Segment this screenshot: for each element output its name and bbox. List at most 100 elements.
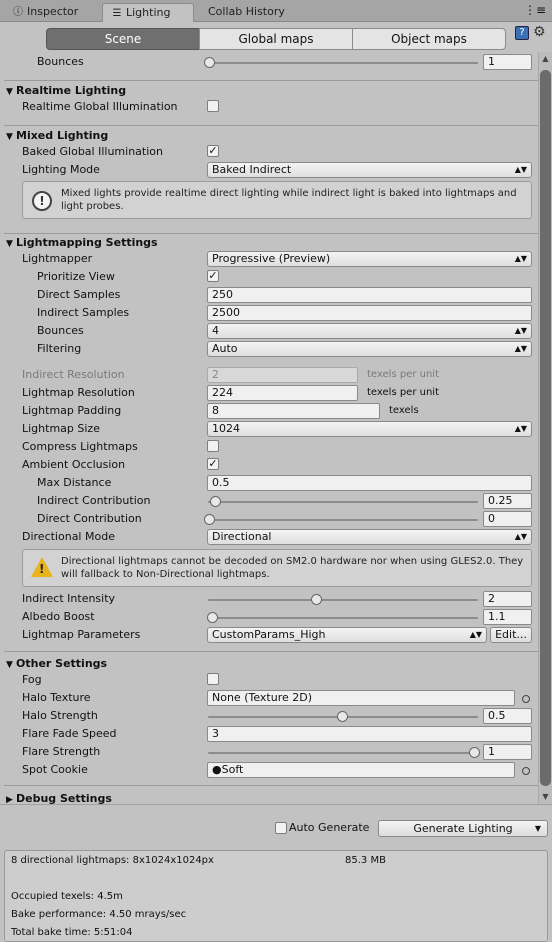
albedo-boost-field[interactable]: 1.1: [483, 609, 532, 625]
halo-strength-field[interactable]: 0.5: [483, 708, 532, 724]
tab-lighting[interactable]: ☰ Lighting: [102, 3, 194, 22]
scrollbar-thumb[interactable]: [540, 70, 551, 786]
indirect-contribution-label: Indirect Contribution: [37, 494, 151, 507]
albedo-boost-slider-thumb[interactable]: [207, 612, 218, 623]
directional-mode-dropdown[interactable]: Directional ▲▼: [207, 529, 532, 545]
lightmapping-settings-header[interactable]: ▼ Lightmapping Settings: [6, 236, 158, 249]
direct-contribution-field[interactable]: 0: [483, 511, 532, 527]
scene-tab-button[interactable]: Scene: [46, 28, 200, 50]
indirect-contribution-slider-thumb[interactable]: [210, 496, 221, 507]
lightmap-parameters-label: Lightmap Parameters: [22, 628, 141, 641]
lightmapper-dropdown[interactable]: Progressive (Preview) ▲▼: [207, 251, 532, 267]
flare-strength-slider-thumb[interactable]: [469, 747, 480, 758]
scroll-down-arrow-icon[interactable]: ▼: [539, 790, 552, 804]
flare-strength-slider-track[interactable]: [208, 752, 478, 754]
indirect-contribution-slider-track[interactable]: [208, 501, 478, 503]
halo-strength-label: Halo Strength: [22, 709, 98, 722]
indirect-contribution-field[interactable]: 0.25: [483, 493, 532, 509]
tab-collab-history[interactable]: Collab History: [200, 3, 293, 22]
fog-label: Fog: [22, 673, 42, 686]
dropdown-arrow-icon: ▲▼: [514, 254, 527, 263]
scroll-up-arrow-icon[interactable]: ▲: [539, 52, 552, 66]
bounces-top-slider-thumb[interactable]: [204, 57, 215, 68]
dropdown-arrow-icon: ▲▼: [514, 344, 527, 353]
spot-cookie-field[interactable]: ●Soft: [207, 762, 515, 778]
divider: [4, 125, 540, 126]
collapse-arrow-icon: ▼: [6, 660, 13, 670]
fog-checkbox[interactable]: [207, 673, 219, 685]
direct-samples-field[interactable]: 250: [207, 287, 532, 303]
tab-inspector[interactable]: ⓘ Inspector: [4, 3, 86, 22]
indirect-intensity-slider-thumb[interactable]: [311, 594, 322, 605]
halo-texture-field[interactable]: None (Texture 2D): [207, 690, 515, 706]
edit-parameters-button[interactable]: Edit...: [490, 627, 532, 643]
other-settings-header[interactable]: ▼ Other Settings: [6, 657, 107, 670]
flare-fade-speed-field[interactable]: 3: [207, 726, 532, 742]
mixed-lighting-header[interactable]: ▼ Mixed Lighting: [6, 129, 108, 142]
lightmapper-label: Lightmapper: [22, 252, 93, 265]
lightmaps-stat: 8 directional lightmaps: 8x1024x1024px: [11, 855, 214, 866]
indirect-intensity-slider-track[interactable]: [208, 599, 478, 601]
lightmap-padding-field[interactable]: 8: [207, 403, 380, 419]
dropdown-arrow-icon: ▲▼: [514, 532, 527, 541]
directional-warning-help: ! Directional lightmaps cannot be decode…: [22, 549, 532, 587]
prioritize-view-label: Prioritize View: [37, 270, 115, 283]
halo-strength-slider-thumb[interactable]: [337, 711, 348, 722]
divider: [4, 80, 540, 81]
bounces-top-label: Bounces: [37, 55, 84, 68]
flare-strength-field[interactable]: 1: [483, 744, 532, 760]
realtime-gi-label: Realtime Global Illumination: [22, 100, 178, 113]
divider: [4, 651, 540, 652]
divider: [4, 233, 540, 234]
debug-settings-header[interactable]: ▶ Debug Settings: [6, 792, 112, 804]
ambient-occlusion-checkbox[interactable]: ✓: [207, 458, 219, 470]
direct-samples-label: Direct Samples: [37, 288, 121, 301]
directional-mode-label: Directional Mode: [22, 530, 115, 543]
expand-arrow-icon: ▶: [6, 795, 13, 804]
lightmap-padding-label: Lightmap Padding: [22, 404, 122, 417]
info-icon: !: [32, 191, 52, 211]
total-bake-time-stat: Total bake time: 5:51:04: [11, 927, 133, 938]
lighting-icon: ☰: [112, 8, 122, 19]
object-maps-tab-button[interactable]: Object maps: [352, 28, 506, 50]
flare-strength-label: Flare Strength: [22, 745, 101, 758]
lightmap-resolution-unit: texels per unit: [367, 387, 439, 398]
global-maps-tab-button[interactable]: Global maps: [199, 28, 353, 50]
bounces-dropdown[interactable]: 4 ▲▼: [207, 323, 532, 339]
indirect-intensity-field[interactable]: 2: [483, 591, 532, 607]
realtime-lighting-header[interactable]: ▼ Realtime Lighting: [6, 84, 126, 97]
albedo-boost-slider-track[interactable]: [208, 617, 478, 619]
lighting-mode-label: Lighting Mode: [22, 163, 100, 176]
generate-lighting-button[interactable]: Generate Lighting ▼: [378, 820, 548, 837]
warning-icon: !: [31, 557, 53, 577]
realtime-gi-checkbox[interactable]: [207, 100, 219, 112]
lightmap-parameters-dropdown[interactable]: CustomParams_High ▲▼: [207, 627, 487, 643]
compress-lightmaps-checkbox[interactable]: [207, 440, 219, 452]
compress-lightmaps-label: Compress Lightmaps: [22, 440, 138, 453]
gear-icon[interactable]: ⚙: [533, 24, 546, 40]
lightmap-size-dropdown[interactable]: 1024 ▲▼: [207, 421, 532, 437]
direct-contribution-label: Direct Contribution: [37, 512, 142, 525]
window-menu-icon[interactable]: ⋮≡: [524, 3, 546, 17]
settings-scroll-view[interactable]: Bounces 1 ▼ Realtime Lighting Realtime Gl…: [0, 52, 552, 804]
object-picker-icon[interactable]: [522, 767, 530, 775]
occupied-texels-stat: Occupied texels: 4.5m: [11, 891, 123, 902]
max-distance-label: Max Distance: [37, 476, 112, 489]
max-distance-field[interactable]: 0.5: [207, 475, 532, 491]
prioritize-view-checkbox[interactable]: ✓: [207, 270, 219, 282]
bounces-top-field[interactable]: 1: [483, 54, 532, 70]
lightmap-size-label: Lightmap Size: [22, 422, 100, 435]
divider: [4, 785, 540, 786]
baked-gi-checkbox[interactable]: ✓: [207, 145, 219, 157]
direct-contribution-slider-track[interactable]: [208, 519, 478, 521]
auto-generate-checkbox[interactable]: [275, 822, 287, 834]
object-picker-icon[interactable]: [522, 695, 530, 703]
direct-contribution-slider-thumb[interactable]: [204, 514, 215, 525]
filtering-dropdown[interactable]: Auto ▲▼: [207, 341, 532, 357]
bounces-top-slider-track[interactable]: [208, 62, 478, 64]
indirect-samples-field[interactable]: 2500: [207, 305, 532, 321]
dropdown-arrow-icon: ▼: [534, 824, 541, 833]
help-icon[interactable]: ?: [515, 26, 529, 40]
lightmap-resolution-field[interactable]: 224: [207, 385, 358, 401]
lighting-mode-dropdown[interactable]: Baked Indirect ▲▼: [207, 162, 532, 178]
